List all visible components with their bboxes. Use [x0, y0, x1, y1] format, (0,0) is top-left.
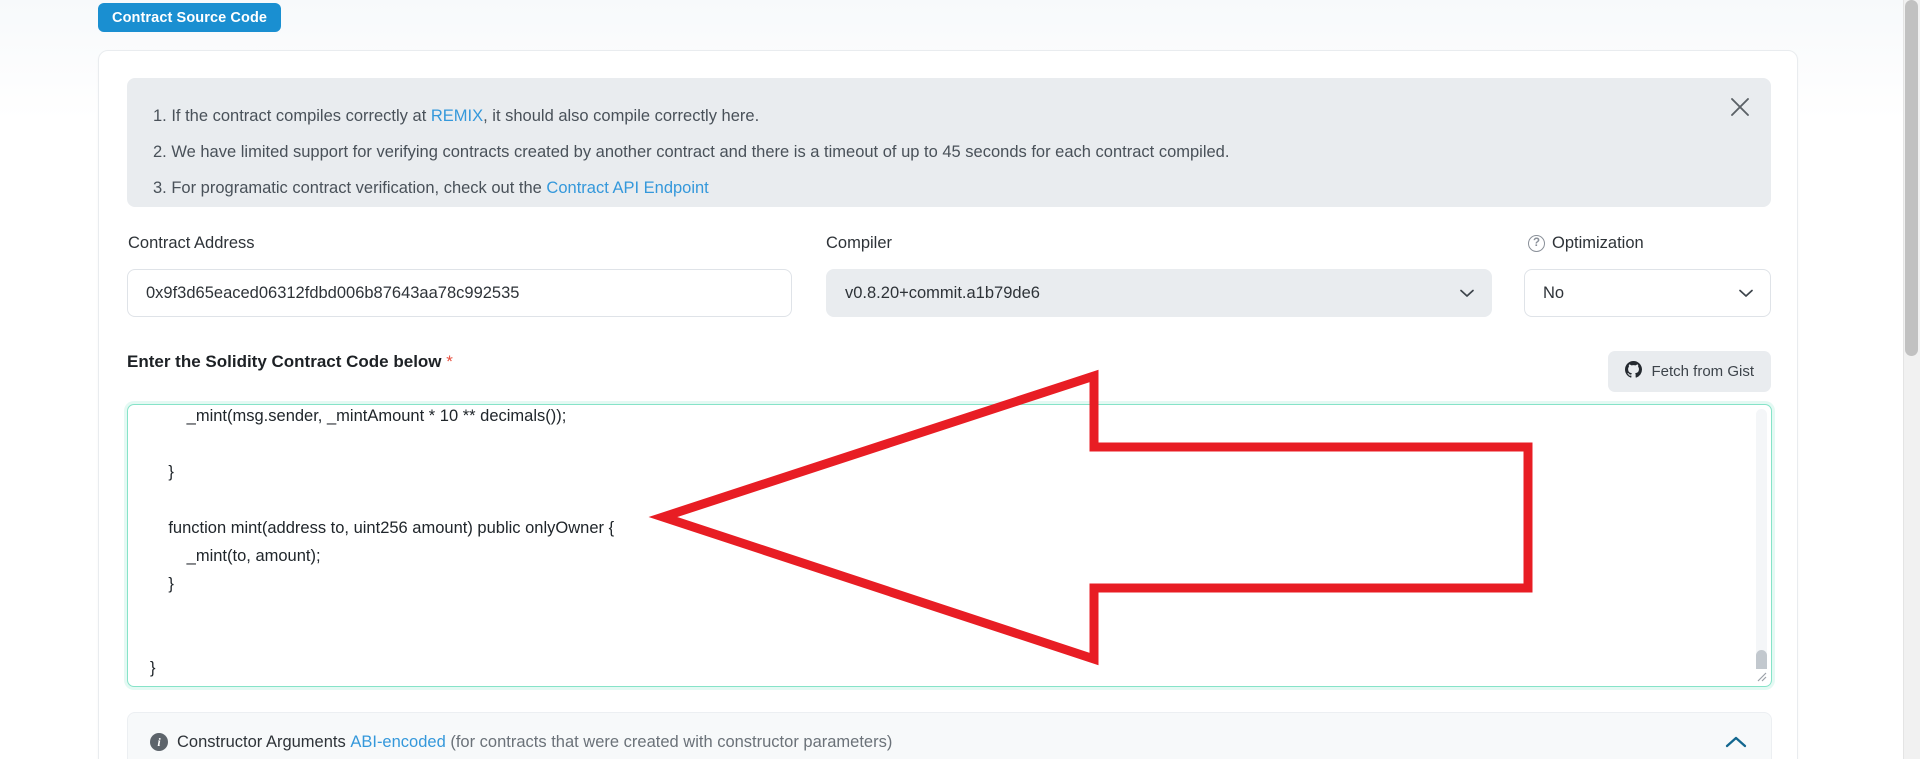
tab-contract-source-code[interactable]: Contract Source Code	[98, 3, 282, 32]
compiler-select[interactable]: v0.8.20+commit.a1b79de6	[826, 269, 1492, 317]
solidity-code-textarea[interactable]: _mint(msg.sender, _mintAmount * 10 ** de…	[127, 404, 1772, 687]
chevron-down-icon	[1736, 283, 1756, 303]
compiler-label: Compiler	[826, 234, 893, 252]
code-scrollbar-track[interactable]	[1756, 409, 1767, 684]
alert-line-1-text-before: 1. If the contract compiles correctly at	[153, 107, 431, 125]
alert-line-1: 1. If the contract compiles correctly at…	[153, 98, 1745, 134]
constructor-arguments-text: i Constructor Arguments ABI-encoded (for…	[150, 733, 892, 752]
help-icon[interactable]: ?	[1528, 235, 1545, 252]
constructor-arguments-title: Constructor Arguments	[177, 732, 346, 751]
info-alert: 1. If the contract compiles correctly at…	[127, 78, 1771, 207]
optimization-label-group: ? Optimization	[1528, 234, 1644, 253]
chevron-up-icon[interactable]	[1723, 734, 1749, 750]
required-marker: *	[446, 352, 453, 371]
alert-line-3-text-before: 3. For programatic contract verification…	[153, 179, 547, 197]
resize-handle[interactable]	[1754, 669, 1770, 685]
optimization-value: No	[1543, 283, 1565, 302]
solidity-code-content: _mint(msg.sender, _mintAmount * 10 ** de…	[150, 407, 615, 677]
code-label-text: Enter the Solidity Contract Code below	[127, 352, 442, 371]
constructor-arguments-bar[interactable]: i Constructor Arguments ABI-encoded (for…	[127, 712, 1772, 759]
page-scrollbar-track[interactable]	[1903, 0, 1920, 759]
compiler-value: v0.8.20+commit.a1b79de6	[845, 283, 1040, 302]
fetch-from-gist-button[interactable]: Fetch from Gist	[1608, 351, 1771, 392]
chevron-down-icon	[1457, 283, 1477, 303]
alert-line-2: 2. We have limited support for verifying…	[153, 143, 1230, 161]
page-root: Contract Source Code 1. If the contract …	[0, 0, 1920, 759]
contract-address-input[interactable]: 0x9f3d65eaced06312fdbd006b87643aa78c9925…	[127, 269, 792, 317]
alert-line-1-text-after: , it should also compile correctly here.	[483, 107, 760, 125]
gist-button-label: Fetch from Gist	[1651, 363, 1754, 380]
code-section-label: Enter the Solidity Contract Code below *	[127, 352, 453, 372]
contract-address-label: Contract Address	[128, 234, 255, 252]
close-icon[interactable]	[1725, 92, 1755, 122]
github-icon	[1625, 361, 1643, 382]
contract-address-value: 0x9f3d65eaced06312fdbd006b87643aa78c9925…	[146, 283, 520, 302]
optimization-label: Optimization	[1552, 234, 1644, 252]
tab-label: Contract Source Code	[112, 9, 268, 26]
page-scrollbar-thumb[interactable]	[1905, 0, 1918, 356]
info-icon: i	[150, 733, 168, 751]
remix-link[interactable]: REMIX	[431, 107, 483, 125]
alert-line-3: 3. For programatic contract verification…	[153, 170, 1745, 206]
contract-api-endpoint-link[interactable]: Contract API Endpoint	[546, 179, 708, 197]
constructor-arguments-note: (for contracts that were created with co…	[450, 732, 893, 751]
abi-encoded-link[interactable]: ABI-encoded	[350, 733, 445, 752]
optimization-select[interactable]: No	[1524, 269, 1771, 317]
